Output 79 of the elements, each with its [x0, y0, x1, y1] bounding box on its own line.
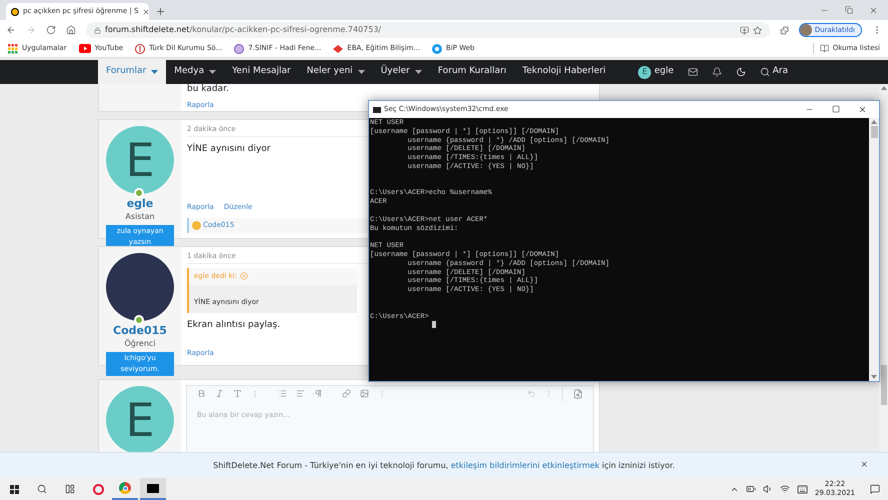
bold-icon[interactable] [197, 389, 206, 398]
scroll-thumb[interactable] [880, 365, 886, 405]
close-button[interactable]: × [860, 458, 868, 472]
maximize-icon[interactable] [832, 105, 840, 113]
search-icon[interactable] [37, 484, 47, 494]
scroll-up-icon[interactable] [880, 86, 886, 90]
notifications-icon[interactable] [870, 484, 880, 494]
link-icon[interactable] [342, 389, 351, 398]
battery-icon[interactable] [746, 484, 756, 494]
text-cursor [432, 321, 436, 328]
search-icon [760, 67, 770, 77]
user-role: Asistan [125, 210, 155, 222]
url-text: forum.shiftdelete.net/konular/pc-acikken-pc-sifresi-ogrenme.740753/ [105, 24, 382, 36]
post-body: Ekran alıntısı paylaş. [187, 318, 280, 332]
site-favicon-icon [11, 8, 19, 16]
back-icon[interactable] [6, 25, 16, 35]
diamond-logo-icon [333, 44, 344, 52]
scroll-thumb[interactable] [870, 126, 878, 138]
emoji-face-icon [192, 220, 201, 230]
apps-grid-icon [8, 44, 18, 54]
restore-icon[interactable] [845, 6, 853, 14]
close-icon[interactable] [869, 6, 878, 15]
play-logo-icon [78, 44, 91, 53]
new-tab-icon[interactable] [155, 6, 166, 17]
page-scrollbar[interactable] [879, 84, 888, 452]
letter-avatar: E [106, 126, 174, 194]
mail-icon[interactable] [688, 67, 698, 77]
italic-icon[interactable] [215, 389, 224, 398]
image-icon[interactable] [360, 389, 369, 398]
scroll-up-icon[interactable] [871, 120, 877, 124]
scroll-down-icon[interactable] [871, 375, 877, 379]
extensions-icon[interactable] [780, 26, 789, 34]
chat-bubble-icon [432, 44, 442, 54]
nav-tab[interactable]: Neler yeni [298, 60, 373, 84]
install-icon[interactable] [740, 26, 749, 34]
task-view-icon[interactable] [65, 484, 75, 494]
close-icon[interactable] [858, 105, 867, 114]
letter-avatar: E [106, 386, 174, 452]
author-name[interactable]: egle [126, 196, 154, 210]
nav-tab[interactable]: Teknoloji Haberleri [514, 60, 614, 84]
post-body: bu kadar. [187, 84, 229, 94]
circle-logo-icon [135, 44, 146, 54]
star-icon[interactable] [752, 26, 762, 34]
terminal-app-icon [373, 106, 381, 112]
user-role: Öğrenci [124, 338, 156, 350]
align-left-icon[interactable] [296, 389, 305, 398]
user-avatar: E [638, 66, 652, 78]
globe-icon [234, 44, 244, 54]
search-button[interactable]: Ara [760, 65, 788, 79]
reading-list-icon [820, 44, 829, 53]
terminal-scrollbar[interactable] [869, 118, 879, 381]
nav-tab[interactable]: Yeni Mesajlar [224, 60, 299, 84]
bell-icon[interactable] [712, 67, 722, 77]
nav-tab[interactable]: Üyeler [372, 60, 430, 84]
nav-tab[interactable]: Forumlar [98, 60, 166, 84]
home-icon[interactable] [66, 25, 76, 35]
notification-text: ShiftDelete.Net Forum - Türkiye'nin en iyi teknoloji forumu, etkileşim bildirimlerini etkinleştirmek için izninizi istiyor. [213, 460, 675, 472]
font-size-icon[interactable] [233, 389, 242, 398]
wifi-icon[interactable] [780, 484, 790, 494]
nav-tab[interactable]: Forum Kuralları [430, 60, 514, 84]
terminal-icon[interactable] [140, 478, 166, 500]
keyboard-icon[interactable] [796, 484, 808, 494]
author-name[interactable]: Code015 [113, 324, 167, 338]
moon-icon[interactable] [736, 67, 746, 77]
close-icon[interactable] [142, 8, 150, 16]
reload-icon[interactable] [46, 25, 56, 35]
opera-icon[interactable] [92, 484, 104, 494]
user-menu[interactable]: E egle [638, 65, 674, 79]
speaker-icon[interactable] [762, 484, 773, 494]
list-icon[interactable] [278, 389, 287, 398]
profile-avatar [800, 24, 812, 36]
lock-icon [94, 26, 101, 34]
post-body: YİNE aynısını diyor [187, 143, 270, 156]
preview-icon[interactable] [573, 388, 583, 398]
address-bar[interactable]: forum.shiftdelete.net/konular/pc-acikken-pc-sifresi-ogrenme.740753/ [86, 22, 770, 38]
paragraph-icon[interactable] [314, 389, 323, 398]
notification-link[interactable]: etkileşim bildirimlerini etkinleştirmek [450, 460, 600, 470]
nav-tab[interactable]: Medya [166, 60, 224, 84]
windows-start-icon[interactable] [10, 484, 18, 494]
